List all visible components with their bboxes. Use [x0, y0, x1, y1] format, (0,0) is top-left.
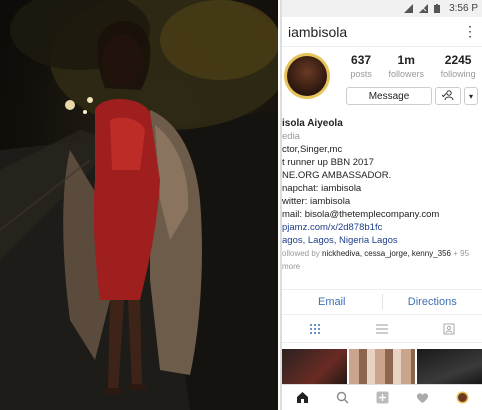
profile-username: iambisola [288, 23, 348, 40]
add-post-icon[interactable] [375, 391, 389, 405]
profile-summary: 637 posts 1m followers 2245 following Me… [282, 47, 482, 127]
signal-icon [419, 4, 429, 13]
bio-line: NE.ORG AMBASSADOR. [282, 170, 392, 181]
search-icon[interactable] [335, 391, 349, 405]
battery-icon [434, 4, 443, 13]
home-icon[interactable] [295, 391, 309, 405]
followed-by-names: nickhediva, cessa_jorge, kenny_356 [322, 249, 452, 258]
followed-by[interactable]: ollowed by nickhediva, cessa_jorge, kenn… [282, 247, 482, 273]
profile-nav-icon[interactable] [455, 391, 469, 405]
instagram-profile-panel: 3:56 P iambisola ⋮ 637 posts 1m follower… [280, 0, 482, 410]
avatar[interactable] [284, 53, 330, 99]
bio-line: ctor,Singer,mc [282, 144, 343, 155]
post-grid [282, 349, 482, 389]
contact-bar: Email Directions [282, 289, 482, 315]
post-thumbnail[interactable] [349, 349, 415, 389]
following-count: 2245 [444, 53, 472, 67]
bio-line: mail: bisola@thetemplecompany.com [282, 209, 440, 220]
stat-following[interactable]: 2245 following [441, 53, 476, 79]
bottom-navigation [282, 384, 482, 410]
post-thumbnail[interactable] [282, 349, 348, 389]
bio-link[interactable]: pjamz.com/x/2d878b1fc [282, 221, 482, 234]
profile-actions: Message ▾ [346, 87, 478, 105]
bio-line: witter: iambisola [282, 196, 351, 207]
posts-count: 637 [351, 53, 372, 67]
followed-by-prefix: ollowed by [282, 249, 323, 258]
heart-icon[interactable] [415, 391, 429, 405]
tagged-photos-icon[interactable] [442, 323, 456, 335]
message-button[interactable]: Message [346, 87, 432, 105]
bio-line: napchat: iambisola [282, 183, 362, 194]
follow-status-button[interactable] [435, 87, 461, 105]
profile-tabs [282, 315, 482, 343]
profile-bio: isola Aiyeola edia ctor,Singer,mc t runn… [282, 117, 482, 273]
directions-button[interactable]: Directions [383, 296, 482, 308]
suggested-dropdown-button[interactable]: ▾ [464, 87, 478, 105]
streetlight [65, 100, 75, 110]
wifi-icon [404, 4, 414, 13]
profile-category: edia [282, 131, 300, 142]
person-check-icon [441, 89, 454, 103]
email-button[interactable]: Email [282, 296, 382, 308]
stat-posts[interactable]: 637 posts [350, 53, 372, 79]
post-thumbnail[interactable] [416, 349, 482, 389]
bio-line: t runner up BBN 2017 [282, 157, 374, 168]
list-view-icon[interactable] [375, 323, 389, 335]
status-bar: 3:56 P [282, 0, 482, 17]
bio-location[interactable]: agos, Lagos, Nigeria Lagos [282, 234, 482, 247]
posts-label: posts [350, 69, 372, 79]
profile-stats: 637 posts 1m followers 2245 following [342, 53, 482, 79]
status-time: 3:56 P [449, 3, 478, 14]
more-options-icon[interactable]: ⋮ [463, 23, 477, 40]
photo-illustration [0, 0, 278, 410]
grid-view-icon[interactable] [308, 323, 322, 335]
profile-photo [0, 0, 278, 410]
stat-followers[interactable]: 1m followers [388, 53, 424, 79]
followers-label: followers [388, 69, 424, 79]
followers-count: 1m [397, 53, 415, 67]
profile-header: iambisola ⋮ [282, 17, 482, 47]
following-label: following [440, 69, 476, 79]
